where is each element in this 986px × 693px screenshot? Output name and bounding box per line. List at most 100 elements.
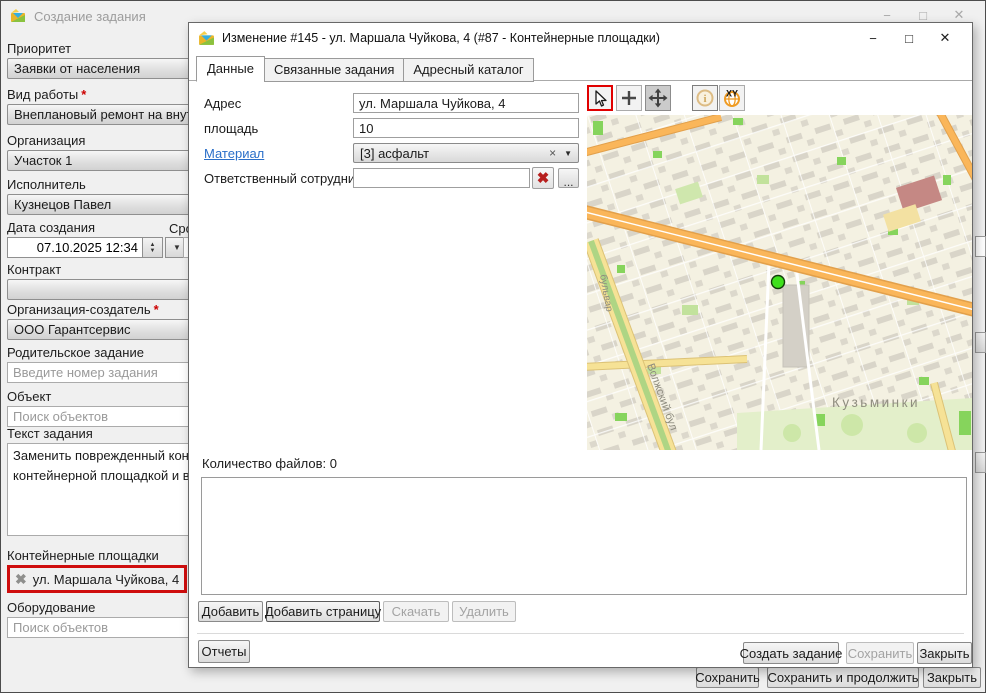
task-text-line: контейнерной площадкой и въез bbox=[13, 466, 197, 486]
required-mark: * bbox=[81, 87, 86, 102]
equipment-label: Оборудование bbox=[7, 600, 203, 615]
creator-org-dropdown[interactable]: ООО Гарантсервис bbox=[7, 319, 203, 340]
equipment-search-input[interactable] bbox=[7, 617, 203, 638]
priority-value: Заявки от населения bbox=[14, 61, 140, 76]
task-text-line: Заменить поврежденный контей bbox=[13, 446, 197, 466]
field-priority: Приоритет Заявки от населения bbox=[7, 41, 203, 79]
save-and-continue-button[interactable]: Сохранить и продолжить bbox=[767, 667, 919, 688]
cursor-icon bbox=[590, 88, 610, 108]
dialog-tabs: Данные Связанные задания Адресный катало… bbox=[196, 56, 534, 82]
clear-icon[interactable]: ✖ bbox=[15, 571, 27, 588]
executor-dropdown[interactable]: Кузнецов Павел bbox=[7, 194, 203, 215]
field-object: Объект bbox=[7, 389, 203, 427]
material-value: [3] асфальт bbox=[360, 146, 429, 161]
date-spinner[interactable]: ▲▼ bbox=[143, 237, 163, 258]
dialog-save-button: Сохранить bbox=[846, 642, 914, 664]
footer-divider bbox=[197, 633, 964, 634]
close-button[interactable]: Закрыть bbox=[923, 667, 981, 688]
responsible-input[interactable] bbox=[353, 168, 530, 188]
required-mark: * bbox=[154, 302, 159, 317]
plus-icon bbox=[619, 88, 639, 108]
container-site-item-highlighted[interactable]: ✖ ул. Маршала Чуйкова, 4 bbox=[7, 565, 187, 593]
parent-task-input[interactable] bbox=[7, 362, 203, 383]
work-type-label: Вид работы bbox=[7, 87, 78, 102]
tab-address-catalog[interactable]: Адресный каталог bbox=[403, 58, 533, 82]
field-task-text: Текст задания Заменить поврежденный конт… bbox=[7, 426, 203, 536]
dialog-close-button[interactable]: Закрыть bbox=[917, 642, 972, 664]
map-add-point-tool-button[interactable] bbox=[616, 85, 642, 111]
browse-button[interactable]: ... bbox=[558, 168, 579, 188]
area-input[interactable] bbox=[353, 118, 579, 138]
reports-button[interactable]: Отчеты bbox=[198, 640, 250, 663]
map-canvas: бульвар Волжский бул Кузьминки bbox=[587, 115, 972, 450]
field-organization: Организация Участок 1 bbox=[7, 133, 203, 171]
chevron-down-icon: ▼ bbox=[173, 243, 181, 252]
executor-value: Кузнецов Павел bbox=[14, 197, 111, 212]
field-container-sites: Контейнерные площадки ✖ ул. Маршала Чуйк… bbox=[7, 548, 203, 593]
background-control-sliver bbox=[975, 236, 986, 257]
address-label: Адрес bbox=[204, 96, 241, 111]
work-type-dropdown[interactable]: Внеплановый ремонт на внутрид bbox=[7, 104, 203, 125]
dialog-window-controls: − □ ✕ bbox=[855, 26, 963, 50]
delete-file-button: Удалить bbox=[452, 601, 516, 622]
field-date-created: Дата создания ▲▼ ▼ Срок bbox=[7, 220, 203, 258]
container-site-address: ул. Маршала Чуйкова, 4 bbox=[33, 572, 179, 587]
main-window-title: Создание задания bbox=[34, 9, 146, 24]
organization-dropdown[interactable]: Участок 1 bbox=[7, 150, 203, 171]
creator-org-value: ООО Гарантсервис bbox=[14, 322, 131, 337]
field-parent-task: Родительское задание bbox=[7, 345, 203, 383]
svg-text:XY: XY bbox=[726, 89, 738, 99]
edit-dialog: Изменение #145 - ул. Маршала Чуйкова, 4 … bbox=[188, 22, 973, 668]
map-select-tool-button[interactable] bbox=[587, 85, 613, 111]
field-executor: Исполнитель Кузнецов Павел bbox=[7, 177, 203, 215]
tab-related-tasks[interactable]: Связанные задания bbox=[264, 58, 404, 82]
files-list[interactable] bbox=[201, 477, 967, 595]
chevron-down-icon[interactable]: ▼ bbox=[564, 149, 572, 158]
create-task-button[interactable]: Создать задание bbox=[743, 642, 839, 664]
tab-data[interactable]: Данные bbox=[196, 56, 265, 82]
task-text-area[interactable]: Заменить поврежденный контей контейнерно… bbox=[7, 443, 203, 536]
field-equipment: Оборудование bbox=[7, 600, 203, 638]
clear-icon[interactable]: × bbox=[549, 146, 556, 160]
dialog-titlebar: Изменение #145 - ул. Маршала Чуйкова, 4 … bbox=[189, 23, 972, 53]
container-sites-label: Контейнерные площадки bbox=[7, 548, 203, 563]
material-dropdown[interactable]: [3] асфальт × ▼ bbox=[353, 143, 579, 163]
contract-dropdown[interactable] bbox=[7, 279, 203, 300]
dialog-title: Изменение #145 - ул. Маршала Чуйкова, 4 … bbox=[222, 31, 660, 45]
map-pan-tool-button[interactable] bbox=[645, 85, 671, 111]
close-icon[interactable]: ✕ bbox=[927, 26, 963, 50]
map-view[interactable]: бульвар Волжский бул Кузьминки bbox=[587, 115, 972, 450]
clear-responsible-button[interactable]: ✖ bbox=[532, 167, 554, 189]
field-work-type: Вид работы* Внеплановый ремонт на внутри… bbox=[7, 87, 203, 125]
save-button[interactable]: Сохранить bbox=[696, 667, 759, 688]
executor-label: Исполнитель bbox=[7, 177, 203, 192]
background-control-sliver bbox=[975, 332, 986, 353]
area-label: площадь bbox=[204, 121, 258, 136]
spin-down-icon: ▼ bbox=[150, 248, 156, 254]
files-count-label: Количество файлов: 0 bbox=[202, 456, 337, 471]
material-link[interactable]: Материал bbox=[204, 146, 264, 161]
date-created-input[interactable] bbox=[7, 237, 143, 258]
organization-label: Организация bbox=[7, 133, 203, 148]
minimize-icon[interactable]: − bbox=[855, 26, 891, 50]
object-search-input[interactable] bbox=[7, 406, 203, 427]
maximize-icon[interactable]: □ bbox=[891, 26, 927, 50]
add-page-button[interactable]: Добавить страницу bbox=[266, 601, 380, 622]
app-icon bbox=[10, 8, 26, 24]
add-file-button[interactable]: Добавить bbox=[198, 601, 263, 622]
address-input[interactable] bbox=[353, 93, 579, 113]
creator-org-label: Организация-создатель bbox=[7, 302, 151, 317]
responsible-label: Ответственный сотрудник bbox=[204, 171, 361, 186]
contract-label: Контракт bbox=[7, 262, 203, 277]
district-label: Кузьминки bbox=[832, 395, 920, 410]
xy-globe-icon: XY bbox=[722, 88, 742, 108]
organization-value: Участок 1 bbox=[14, 153, 72, 168]
field-creator-org: Организация-создатель* ООО Гарантсервис bbox=[7, 302, 203, 340]
map-marker[interactable] bbox=[772, 276, 785, 289]
object-label: Объект bbox=[7, 389, 203, 404]
app-icon bbox=[198, 30, 215, 47]
move-icon bbox=[648, 88, 668, 108]
map-info-tool-button[interactable]: i bbox=[692, 85, 718, 111]
priority-dropdown[interactable]: Заявки от населения bbox=[7, 58, 203, 79]
map-coordinates-tool-button[interactable]: XY bbox=[719, 85, 745, 111]
